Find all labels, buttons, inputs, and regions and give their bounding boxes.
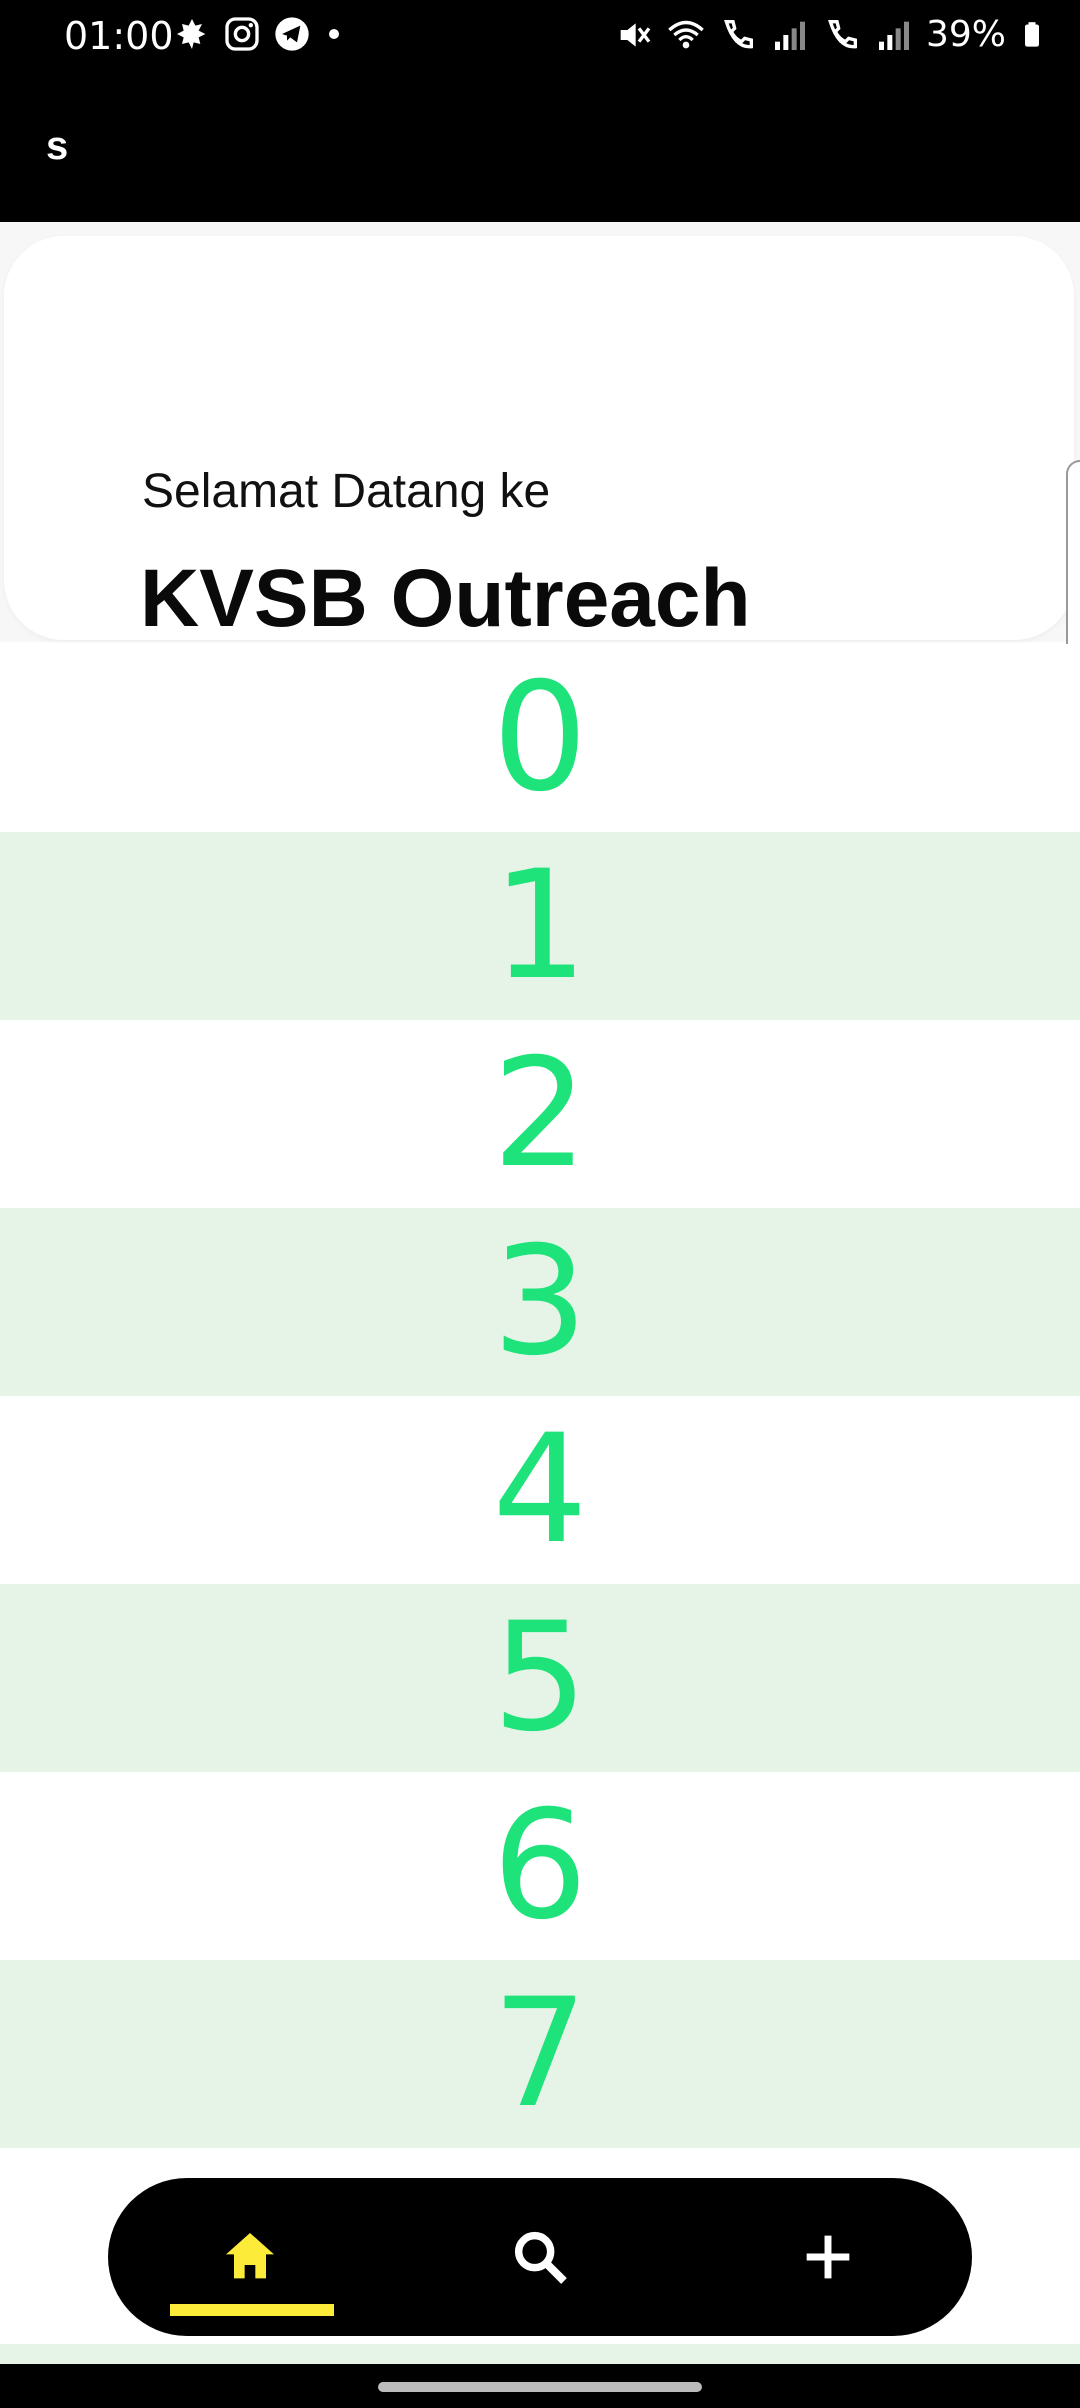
list-item[interactable]: 7 xyxy=(0,1960,1080,2148)
welcome-section: Selamat Datang ke KVSB Outreach xyxy=(0,222,1080,644)
status-bar: 01:00 39% xyxy=(0,0,1080,72)
telegram-icon xyxy=(275,17,309,51)
status-left-icons xyxy=(172,14,346,54)
weather-icon xyxy=(177,19,206,49)
list-item[interactable]: 1 xyxy=(0,832,1080,1020)
call-sim1-icon xyxy=(724,19,753,48)
battery-icon xyxy=(1025,21,1039,47)
search-icon xyxy=(514,2231,567,2284)
status-right-icons: 39% xyxy=(614,14,1046,55)
list-item[interactable]: 2 xyxy=(0,1020,1080,1208)
wifi-icon xyxy=(668,20,704,48)
list-item[interactable]: 6 xyxy=(0,1772,1080,1960)
list-item[interactable]: 5 xyxy=(0,1584,1080,1772)
nav-add-button[interactable] xyxy=(748,2178,908,2336)
app-title: s xyxy=(46,124,69,168)
home-icon xyxy=(226,2233,274,2279)
app-bar: s xyxy=(0,72,1080,222)
number-list: 0 1 2 3 4 5 6 7 xyxy=(0,644,1080,2148)
welcome-subtitle: Selamat Datang ke xyxy=(142,465,551,518)
home-gesture-handle[interactable] xyxy=(378,2382,702,2392)
list-item[interactable]: 0 xyxy=(0,644,1080,832)
battery-percent: 39% xyxy=(925,14,1006,55)
instagram-icon xyxy=(225,17,259,51)
nav-active-indicator xyxy=(170,2304,334,2316)
welcome-title: KVSB Outreach xyxy=(140,553,751,644)
list-item-partial xyxy=(0,2344,1080,2364)
bottom-nav xyxy=(108,2178,972,2336)
system-nav-bar xyxy=(0,2364,1080,2408)
mute-icon xyxy=(620,22,651,47)
dot-icon xyxy=(329,29,339,39)
add-icon xyxy=(806,2235,850,2279)
nav-search-button[interactable] xyxy=(460,2178,620,2336)
list-item[interactable]: 4 xyxy=(0,1396,1080,1584)
call-sim2-icon xyxy=(828,19,857,48)
signal-icon xyxy=(774,21,805,50)
status-time: 01:00 xyxy=(64,14,174,58)
list-item[interactable]: 3 xyxy=(0,1208,1080,1396)
signal-icon xyxy=(878,21,909,50)
